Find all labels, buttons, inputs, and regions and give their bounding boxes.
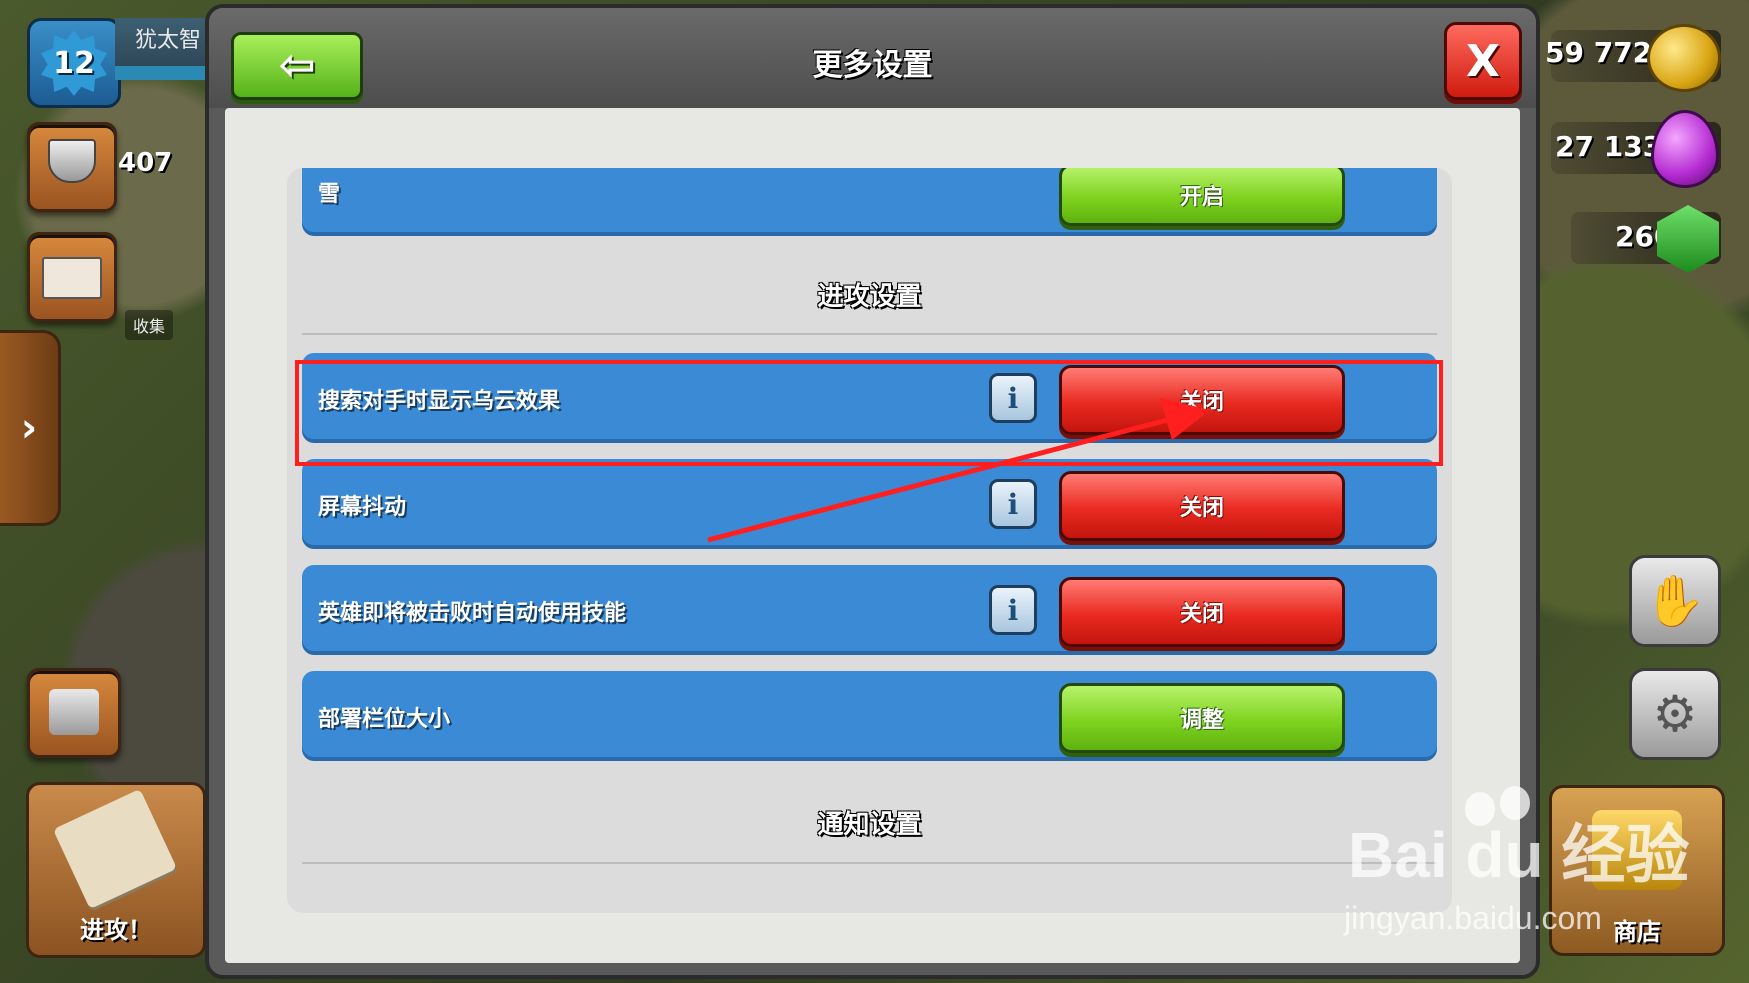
close-button[interactable]: X bbox=[1444, 22, 1522, 100]
layout-edit-button[interactable]: ✋ bbox=[1629, 555, 1721, 647]
gear-icon: ⚙ bbox=[1652, 685, 1698, 743]
more-settings-dialog: ⇦ 更多设置 X 雪 开启 进攻设置 搜索对手时显示乌云效果 i 关闭 屏幕抖动… bbox=[205, 4, 1540, 979]
hero-ability-info-icon[interactable]: i bbox=[989, 585, 1037, 635]
close-icon: X bbox=[1466, 35, 1500, 87]
screen-shake-label: 屏幕抖动 bbox=[318, 495, 407, 520]
deploy-bar-adjust-button[interactable]: 调整 bbox=[1059, 683, 1345, 753]
section-divider bbox=[302, 862, 1437, 864]
setting-row-screen-shake: 屏幕抖动 i 关闭 bbox=[302, 459, 1437, 545]
deploy-bar-label: 部署栏位大小 bbox=[318, 707, 451, 732]
side-panel-toggle[interactable]: › bbox=[0, 330, 61, 526]
settings-button[interactable]: ⚙ bbox=[1629, 668, 1721, 760]
xp-bar bbox=[115, 66, 205, 80]
snow-toggle-button[interactable]: 开启 bbox=[1059, 168, 1345, 226]
level-star-icon: 12 bbox=[41, 30, 107, 96]
trophy-count: 407 bbox=[118, 148, 173, 178]
shop-button[interactable]: 商店 bbox=[1549, 785, 1725, 956]
elixir-amount: 27 133 bbox=[1555, 130, 1663, 163]
builder-icon bbox=[49, 689, 99, 735]
player-level: 12 bbox=[53, 45, 95, 81]
shop-coins-icon bbox=[1592, 810, 1682, 890]
settings-list[interactable]: 雪 开启 进攻设置 搜索对手时显示乌云效果 i 关闭 屏幕抖动 i 关闭 英雄即… bbox=[287, 168, 1452, 913]
gold-amount: 59 772 bbox=[1545, 36, 1653, 69]
hero-ability-label: 英雄即将被击败时自动使用技能 bbox=[318, 601, 627, 626]
attack-button[interactable]: 进攻！ bbox=[26, 782, 206, 958]
collect-label[interactable]: 收集 bbox=[125, 310, 174, 340]
player-level-badge[interactable]: 12 bbox=[27, 18, 121, 108]
trophy-icon bbox=[48, 139, 96, 183]
setting-row-hero-ability: 英雄即将被击败时自动使用技能 i 关闭 bbox=[302, 565, 1437, 651]
annotation-highlight-box bbox=[295, 360, 1443, 466]
screen-shake-toggle-button[interactable]: 关闭 bbox=[1059, 471, 1345, 541]
dialog-body: 雪 开启 进攻设置 搜索对手时显示乌云效果 i 关闭 屏幕抖动 i 关闭 英雄即… bbox=[225, 108, 1520, 963]
screen-shake-info-icon[interactable]: i bbox=[989, 479, 1037, 529]
builder-button[interactable] bbox=[27, 668, 121, 758]
snow-label: 雪 bbox=[318, 182, 341, 207]
setting-row-deploy-bar: 部署栏位大小 调整 bbox=[302, 671, 1437, 757]
player-name: 犹太智 bbox=[135, 28, 202, 53]
gold-coin-icon bbox=[1647, 24, 1721, 92]
shop-label: 商店 bbox=[1613, 918, 1661, 946]
dialog-header: ⇦ 更多设置 X bbox=[209, 8, 1536, 108]
notification-settings-title: 通知设置 bbox=[817, 810, 922, 840]
section-divider bbox=[302, 333, 1437, 335]
treasure-map-icon bbox=[52, 788, 178, 910]
player-name-banner[interactable]: 犹太智 bbox=[115, 18, 205, 80]
hero-ability-toggle-button[interactable]: 关闭 bbox=[1059, 577, 1345, 647]
setting-row-snow: 雪 开启 bbox=[302, 168, 1437, 232]
hand-arrows-icon: ✋ bbox=[1643, 571, 1707, 630]
envelope-icon bbox=[42, 257, 102, 299]
trophy-button[interactable] bbox=[27, 122, 117, 212]
attack-label: 进攻！ bbox=[80, 916, 152, 944]
dialog-title: 更多设置 bbox=[812, 48, 933, 83]
attack-settings-title: 进攻设置 bbox=[817, 282, 922, 312]
chevron-right-icon: › bbox=[20, 405, 38, 451]
mail-button[interactable] bbox=[27, 232, 117, 322]
